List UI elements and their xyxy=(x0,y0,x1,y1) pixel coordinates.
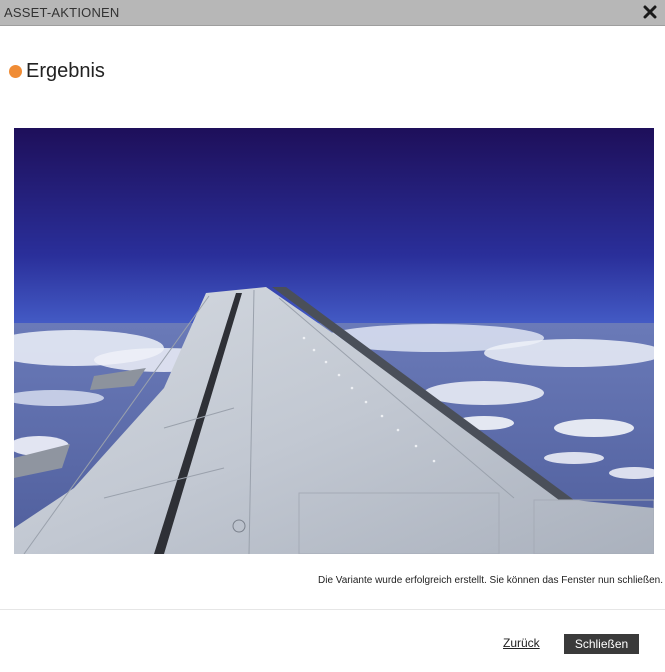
dialog-title: ASSET-AKTIONEN xyxy=(4,5,120,20)
dialog-titlebar: ASSET-AKTIONEN xyxy=(0,0,665,26)
close-button[interactable]: Schließen xyxy=(564,634,639,654)
asset-preview-image xyxy=(14,128,654,554)
status-dot-icon xyxy=(9,65,22,78)
close-icon[interactable] xyxy=(641,3,659,21)
success-message: Die Variante wurde erfolgreich erstellt.… xyxy=(318,575,663,586)
back-link[interactable]: Zurück xyxy=(503,636,540,650)
footer-divider xyxy=(0,609,665,610)
result-heading: Ergebnis xyxy=(9,60,105,83)
result-title: Ergebnis xyxy=(26,60,105,82)
